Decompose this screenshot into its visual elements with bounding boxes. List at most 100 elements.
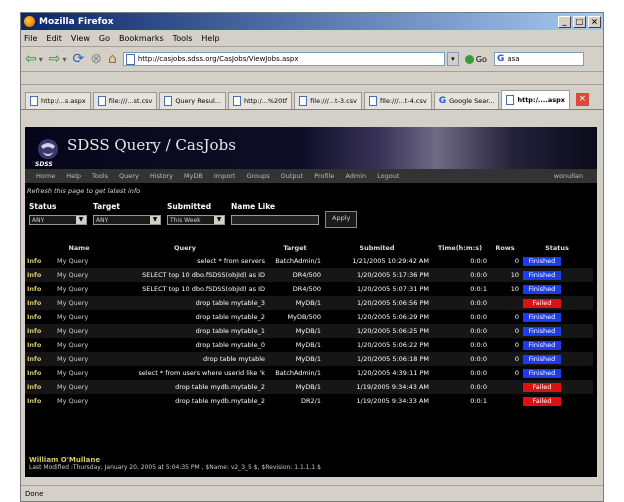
footer-modified: Last Modified :Thursday, January 20, 200… bbox=[29, 464, 321, 471]
info-link[interactable]: Info bbox=[25, 352, 55, 366]
col-info bbox=[25, 241, 55, 254]
site-title: SDSS Query / CasJobs bbox=[67, 136, 236, 154]
job-name: My Query bbox=[57, 257, 89, 265]
status-badge: Finished bbox=[523, 284, 561, 294]
info-link[interactable]: Info bbox=[25, 282, 55, 296]
minimize-button[interactable]: _ bbox=[558, 15, 571, 28]
info-link[interactable]: Info bbox=[25, 296, 55, 310]
nav-admin[interactable]: Admin bbox=[345, 172, 366, 180]
job-time: 0:0:0 bbox=[470, 369, 487, 377]
table-row: Info My Query drop table mytable_0 MyDB/1 1/… bbox=[25, 338, 593, 352]
menu-file[interactable]: File bbox=[24, 34, 37, 43]
job-name: My Query bbox=[57, 341, 89, 349]
job-rows: 0 bbox=[514, 341, 519, 349]
sdss-logo-icon[interactable] bbox=[36, 137, 60, 163]
job-target: DR2/1 bbox=[301, 397, 321, 405]
status-select[interactable]: ANY ▼ bbox=[29, 215, 87, 225]
stop-icon[interactable]: ⊗ bbox=[90, 51, 102, 67]
table-row: Info My Query drop table mytable_2 MyDB/500… bbox=[25, 310, 593, 324]
status-text: Done bbox=[25, 489, 44, 498]
menu-edit[interactable]: Edit bbox=[46, 34, 62, 43]
menu-bar: File Edit View Go Bookmarks Tools Help bbox=[21, 30, 603, 47]
menu-go[interactable]: Go bbox=[99, 34, 110, 43]
tab-6[interactable]: file:///...t-4.csv bbox=[363, 92, 432, 109]
menu-help[interactable]: Help bbox=[201, 34, 219, 43]
job-name: My Query bbox=[55, 296, 103, 310]
apply-button[interactable]: Apply bbox=[325, 211, 358, 228]
info-link[interactable]: Info bbox=[25, 338, 55, 352]
target-select[interactable]: ANY ▼ bbox=[93, 215, 161, 225]
info-link[interactable]: Info bbox=[25, 366, 55, 380]
tab-label: Google Sear... bbox=[449, 97, 495, 105]
tab-1[interactable]: http:/...s.aspx bbox=[25, 92, 91, 109]
info-link[interactable]: Info bbox=[25, 380, 55, 394]
refresh-hint: Refresh this page to get latest info bbox=[27, 187, 141, 195]
search-input[interactable]: G asa bbox=[493, 52, 584, 66]
job-submitted: 1/20/2005 5:17:36 PM bbox=[323, 268, 431, 282]
tab-7[interactable]: G Google Sear... bbox=[433, 92, 500, 109]
info-link[interactable]: Info bbox=[25, 268, 55, 282]
nav-query[interactable]: Query bbox=[119, 172, 139, 180]
menu-tools[interactable]: Tools bbox=[173, 34, 193, 43]
tab-8-active[interactable]: http:/....aspx bbox=[501, 90, 570, 109]
job-time: 0:0:0 bbox=[470, 257, 487, 265]
nav-help[interactable]: Help bbox=[66, 172, 81, 180]
nav-mydb[interactable]: MyDB bbox=[184, 172, 203, 180]
job-status-cell: Finished bbox=[521, 366, 593, 380]
url-dropdown-icon[interactable]: ▾ bbox=[446, 52, 459, 66]
job-filters: Status ANY ▼ Target ANY ▼ Submitted This… bbox=[29, 202, 597, 228]
tab-label: file:///...t-3.csv bbox=[310, 97, 357, 105]
job-query: drop table mydb.mytable_2 bbox=[103, 380, 267, 394]
submitted-select[interactable]: This Week ▼ bbox=[167, 215, 225, 225]
url-input[interactable]: http://casjobs.sdss.org/CasJobs/ViewJobs… bbox=[122, 52, 445, 66]
namelike-label: Name Like bbox=[231, 202, 276, 211]
info-link[interactable]: Info bbox=[25, 254, 55, 268]
go-button[interactable]: Go bbox=[464, 54, 487, 64]
tab-4[interactable]: http:/...%20tf bbox=[227, 92, 293, 109]
job-submitted: 1/20/2005 5:06:25 PM bbox=[323, 324, 431, 338]
nav-logout[interactable]: Logout bbox=[377, 172, 399, 180]
job-status-cell: Failed bbox=[521, 296, 593, 310]
tab-5[interactable]: file:///...t-3.csv bbox=[294, 92, 362, 109]
table-header-row: Name Query Target Submited Time(h:m:s) R… bbox=[25, 241, 593, 254]
info-link[interactable]: Info bbox=[25, 394, 55, 408]
footer-author[interactable]: William O'Mullane bbox=[29, 456, 321, 464]
page-icon bbox=[125, 53, 135, 65]
jobs-table-body: Info My Query select * from servers BatchAd… bbox=[25, 254, 593, 408]
job-status-cell: Finished bbox=[521, 352, 593, 366]
forward-arrow-icon[interactable]: ⇨ bbox=[49, 51, 61, 67]
page-footer: William O'Mullane Last Modified :Thursda… bbox=[29, 456, 321, 471]
job-name: My Query bbox=[55, 268, 103, 282]
firefox-icon bbox=[24, 16, 35, 27]
status-badge: Finished bbox=[523, 354, 561, 364]
nav-history[interactable]: History bbox=[150, 172, 173, 180]
back-arrow-icon[interactable]: ⇦ bbox=[25, 51, 37, 67]
nav-import[interactable]: Import bbox=[214, 172, 236, 180]
tab-2[interactable]: file:///...st.csv bbox=[92, 92, 158, 109]
maximize-button[interactable]: □ bbox=[573, 15, 586, 28]
col-target: Target bbox=[283, 243, 307, 252]
nav-profile[interactable]: Profile bbox=[314, 172, 334, 180]
close-tab-icon[interactable]: × bbox=[575, 93, 589, 106]
nav-output[interactable]: Output bbox=[281, 172, 304, 180]
nav-groups[interactable]: Groups bbox=[246, 172, 269, 180]
job-rows bbox=[489, 380, 521, 394]
namelike-input[interactable] bbox=[231, 215, 319, 225]
close-button[interactable]: × bbox=[588, 15, 601, 28]
tab-label: http:/...%20tf bbox=[243, 97, 288, 105]
info-link[interactable]: Info bbox=[25, 310, 55, 324]
menu-bookmarks[interactable]: Bookmarks bbox=[119, 34, 164, 43]
nav-home[interactable]: Home bbox=[36, 172, 55, 180]
menu-view[interactable]: View bbox=[71, 34, 90, 43]
info-link[interactable]: Info bbox=[25, 324, 55, 338]
job-status-cell: Finished bbox=[521, 268, 593, 282]
nav-tools[interactable]: Tools bbox=[92, 172, 108, 180]
tab-3[interactable]: Query Resul... bbox=[159, 92, 226, 109]
back-dropdown-icon[interactable]: ▾ bbox=[39, 55, 43, 64]
home-icon[interactable]: ⌂ bbox=[108, 51, 117, 67]
user-name: wonullan bbox=[553, 172, 583, 180]
job-name: My Query bbox=[55, 352, 103, 366]
reload-icon[interactable]: ⟳ bbox=[73, 51, 85, 67]
search-value: asa bbox=[507, 55, 520, 63]
forward-dropdown-icon[interactable]: ▾ bbox=[62, 55, 66, 64]
